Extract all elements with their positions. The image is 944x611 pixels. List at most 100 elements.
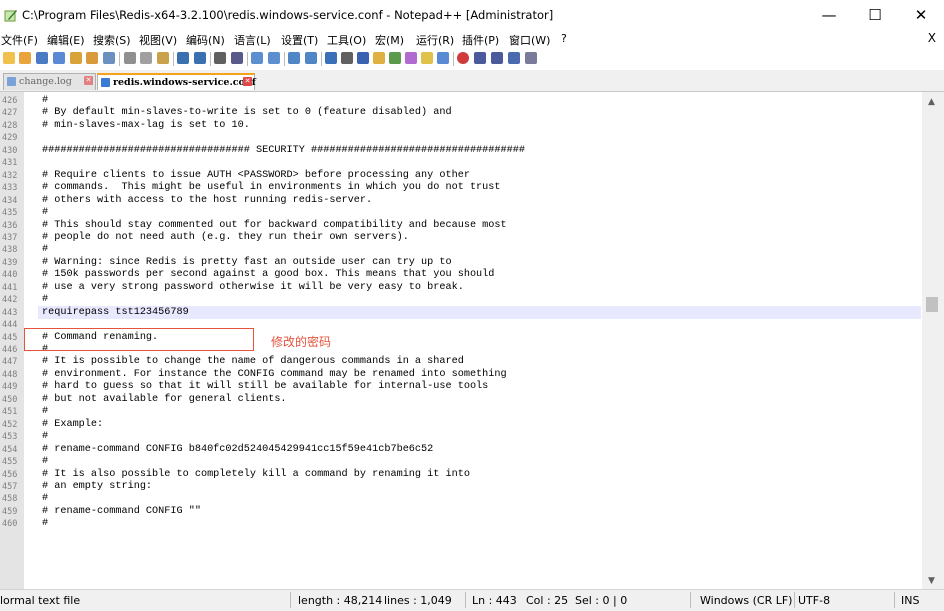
status-eol[interactable]: Windows (CR LF) [700, 594, 792, 607]
menu-window[interactable]: 窗口(W) [509, 32, 550, 48]
menu-help[interactable]: ? [561, 32, 567, 45]
line-number: 435 [2, 208, 18, 219]
scroll-thumb[interactable] [926, 297, 938, 312]
menu-plugins[interactable]: 插件(P) [462, 32, 499, 48]
code-line[interactable]: # use a very strong password otherwise i… [42, 282, 464, 294]
paste-icon[interactable] [157, 52, 169, 64]
undo-icon[interactable] [177, 52, 189, 64]
code-line[interactable]: # people do not need auth (e.g. they run… [42, 232, 409, 244]
udl-icon[interactable] [373, 52, 385, 64]
function-list-icon[interactable] [405, 52, 417, 64]
code-line[interactable]: # [42, 406, 48, 418]
code-line[interactable]: # 150k passwords per second against a go… [42, 269, 494, 281]
document-map-icon[interactable] [389, 52, 401, 64]
tab-close-icon[interactable]: ✕ [84, 76, 93, 85]
vertical-scrollbar[interactable]: ▲ ▼ [922, 92, 944, 589]
editor-area[interactable]: 426 #427 # By default min-slaves-to-write … [0, 92, 944, 589]
code-line[interactable]: # but not available for general clients. [42, 394, 287, 406]
code-line[interactable]: # others with access to the host running… [42, 195, 372, 207]
save-icon[interactable] [36, 52, 48, 64]
code-line[interactable]: # [42, 431, 48, 443]
code-line[interactable]: # Example: [42, 419, 103, 431]
redo-icon[interactable] [194, 52, 206, 64]
code-line[interactable]: # min-slaves-max-lag is set to 10. [42, 120, 250, 132]
code-line[interactable]: # an empty string: [42, 481, 152, 493]
tab-change-log[interactable]: change.log ✕ [3, 73, 96, 90]
code-line[interactable]: # [42, 207, 48, 219]
code-line[interactable]: # [42, 493, 48, 505]
code-line[interactable]: # hard to guess so that it will still be… [42, 381, 488, 393]
menu-encoding[interactable]: 编码(N) [186, 32, 225, 48]
code-line[interactable]: # [42, 518, 48, 530]
line-number: 450 [2, 394, 18, 405]
scroll-down-icon[interactable]: ▼ [928, 576, 935, 586]
open-file-icon[interactable] [19, 52, 31, 64]
close-icon[interactable] [70, 52, 82, 64]
sync-horizontal-icon[interactable] [305, 52, 317, 64]
menu-search[interactable]: 搜索(S) [93, 32, 131, 48]
code-line[interactable]: ################################## SECUR… [42, 145, 525, 157]
code-line[interactable]: # [42, 244, 48, 256]
folder-workspace-icon[interactable] [421, 52, 433, 64]
menu-file[interactable]: 文件(F) [1, 32, 38, 48]
line-number: 455 [2, 457, 18, 468]
minimize-button[interactable]: — [806, 0, 852, 30]
status-length: length : 48,214 [298, 594, 383, 607]
word-wrap-icon[interactable] [325, 52, 337, 64]
code-line[interactable]: # [42, 456, 48, 468]
menu-macro[interactable]: 宏(M) [375, 32, 404, 48]
tab-redis-conf[interactable]: redis.windows-service.conf ✕ [97, 73, 256, 90]
code-line[interactable]: # It is possible to change the name of d… [42, 356, 464, 368]
status-ins-mode: INS [901, 594, 920, 607]
status-separator [794, 592, 795, 608]
find-icon[interactable] [214, 52, 226, 64]
menu-view[interactable]: 视图(V) [139, 32, 177, 48]
new-file-icon[interactable] [3, 52, 15, 64]
code-line[interactable]: # rename-command CONFIG "" [42, 506, 201, 518]
code-line[interactable]: # Require clients to issue AUTH <PASSWOR… [42, 170, 470, 182]
code-line[interactable]: # This should stay commented out for bac… [42, 220, 507, 232]
cut-icon[interactable] [124, 52, 136, 64]
play-macro-icon[interactable] [491, 52, 503, 64]
zoom-in-icon[interactable] [251, 52, 263, 64]
close-document-button[interactable]: X [928, 31, 936, 45]
status-encoding[interactable]: UTF-8 [798, 594, 830, 607]
tab-close-icon[interactable]: ✕ [243, 77, 252, 86]
menu-tools[interactable]: 工具(O) [327, 32, 366, 48]
scroll-up-icon[interactable]: ▲ [928, 97, 935, 107]
run-macro-multiple-icon[interactable] [508, 52, 520, 64]
sync-vertical-icon[interactable] [288, 52, 300, 64]
monitoring-icon[interactable] [437, 52, 449, 64]
copy-icon[interactable] [140, 52, 152, 64]
code-line[interactable]: requirepass tst123456789 [42, 307, 189, 319]
line-number: 451 [2, 407, 18, 418]
record-macro-icon[interactable] [457, 52, 469, 64]
menu-settings[interactable]: 设置(T) [281, 32, 318, 48]
maximize-button[interactable]: ☐ [852, 0, 898, 30]
code-line[interactable]: # environment. For instance the CONFIG c… [42, 369, 507, 381]
menu-language[interactable]: 语言(L) [234, 32, 271, 48]
zoom-out-icon[interactable] [268, 52, 280, 64]
code-line[interactable]: # Warning: since Redis is pretty fast an… [42, 257, 452, 269]
status-bar: lormal text file length : 48,214 lines :… [0, 589, 944, 611]
show-all-chars-icon[interactable] [341, 52, 353, 64]
code-line[interactable]: # commands. This might be useful in envi… [42, 182, 501, 194]
close-all-icon[interactable] [86, 52, 98, 64]
tab-bar: change.log ✕ redis.windows-service.conf … [0, 70, 944, 92]
code-line[interactable]: # [42, 95, 48, 107]
line-number: 444 [2, 320, 18, 331]
code-line[interactable]: # It is also possible to completely kill… [42, 469, 470, 481]
menu-run[interactable]: 运行(R) [416, 32, 454, 48]
print-icon[interactable] [103, 52, 115, 64]
code-line[interactable]: # rename-command CONFIG b840fc02d5240454… [42, 444, 433, 456]
code-line[interactable]: # By default min-slaves-to-write is set … [42, 107, 452, 119]
line-number: 432 [2, 170, 18, 181]
save-macro-icon[interactable] [525, 52, 537, 64]
indent-guide-icon[interactable] [357, 52, 369, 64]
close-window-button[interactable]: ✕ [898, 0, 944, 30]
menu-edit[interactable]: 编辑(E) [47, 32, 85, 48]
save-all-icon[interactable] [53, 52, 65, 64]
stop-macro-icon[interactable] [474, 52, 486, 64]
code-line[interactable]: # [42, 294, 48, 306]
replace-icon[interactable] [231, 52, 243, 64]
